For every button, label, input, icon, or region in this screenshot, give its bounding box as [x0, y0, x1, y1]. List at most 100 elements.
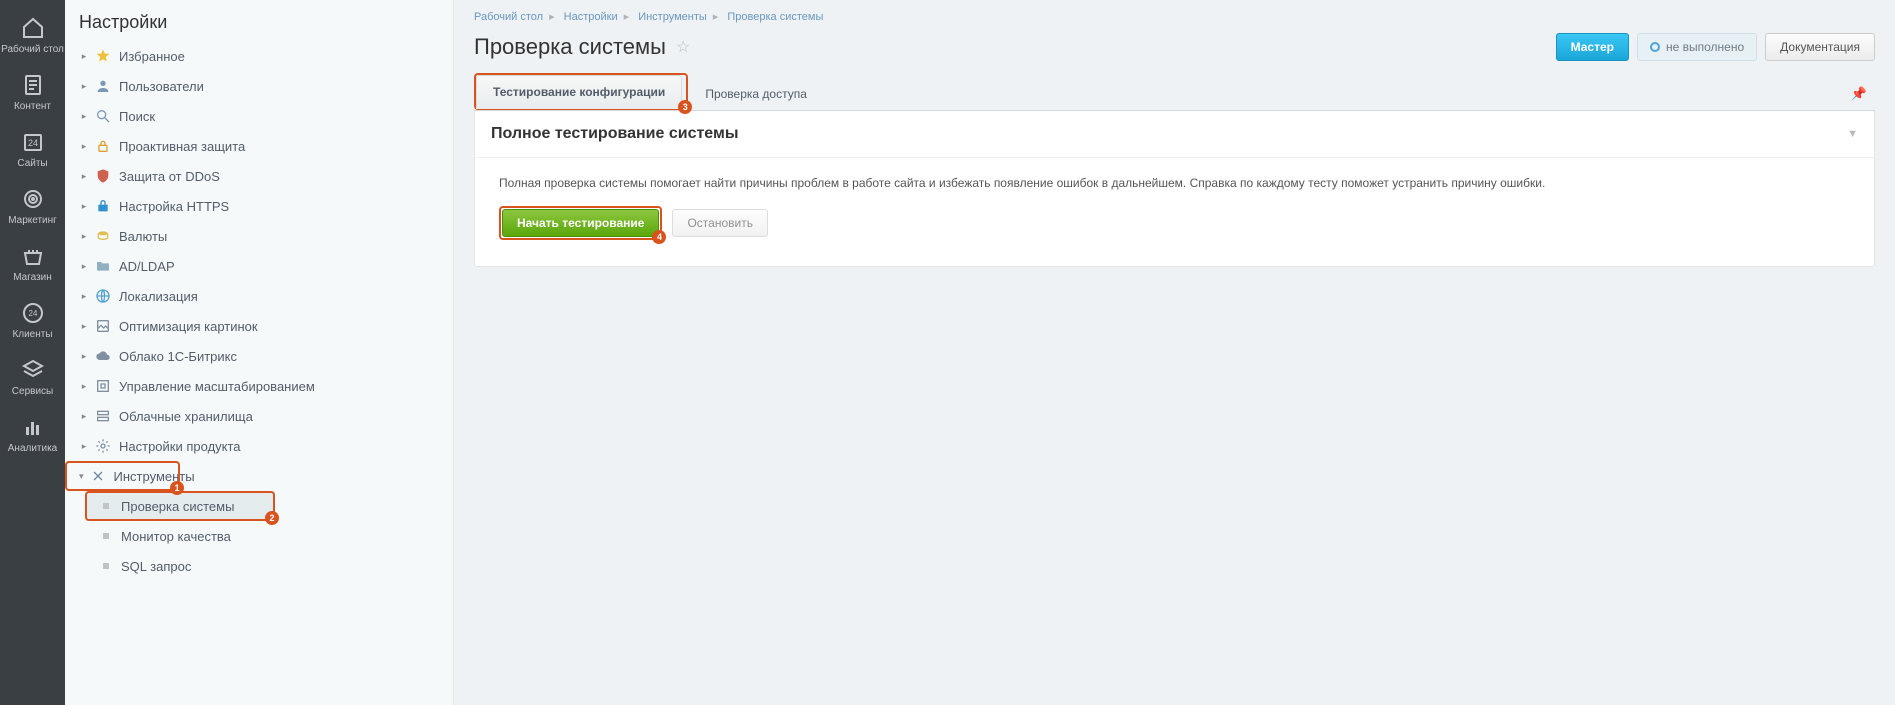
sidebar: Настройки ▸Избранное▸Пользователи▸Поиск▸… [65, 0, 454, 705]
tree-item[interactable]: ▸ Проактивная защита [65, 131, 453, 161]
chevron-down-icon[interactable]: ▾ [79, 471, 84, 481]
chevron-right-icon[interactable]: ▸ [79, 171, 89, 181]
favorite-star-icon[interactable]: ☆ [676, 37, 690, 57]
storage-icon [95, 408, 111, 424]
tree-item[interactable]: ▸ Избранное [65, 41, 453, 71]
https-icon [95, 198, 111, 214]
tree-item[interactable]: ▸ Облачные хранилища [65, 401, 453, 431]
callout-badge-1: 1 [170, 481, 184, 495]
chevron-right-icon[interactable]: ▸ [79, 261, 89, 271]
tree-item[interactable]: ▸ Поиск [65, 101, 453, 131]
bars-icon [21, 415, 45, 439]
doc-icon [21, 73, 45, 97]
chevron-right-icon[interactable]: ▸ [79, 351, 89, 361]
start-test-button[interactable]: Начать тестирование [502, 209, 659, 237]
product-icon [95, 438, 111, 454]
nav-content[interactable]: Контент [0, 63, 65, 120]
panel-desc: Полная проверка системы помогает найти п… [499, 176, 1850, 190]
coin-icon [95, 228, 111, 244]
crumb[interactable]: Проверка системы [727, 11, 823, 23]
nav-sites[interactable]: 24 Сайты [0, 120, 65, 177]
action-row: Начать тестирование 4 Остановить [499, 206, 1850, 240]
crumb[interactable]: Инструменты [638, 11, 707, 23]
tree-item[interactable]: ▸ Оптимизация картинок [65, 311, 453, 341]
chevron-right-icon[interactable]: ▸ [79, 201, 89, 211]
tree-item[interactable]: ▸AD/LDAP [65, 251, 453, 281]
tab-access-check[interactable]: Проверка доступа [688, 77, 824, 110]
documentation-button[interactable]: Документация [1765, 33, 1875, 61]
chevron-right-icon[interactable]: ▸ [79, 51, 89, 61]
bullet-icon [103, 503, 109, 509]
bullet-icon [103, 563, 109, 569]
collapse-icon[interactable]: ▼ [1847, 128, 1858, 140]
tree-item[interactable]: ▾Инструменты1 [65, 461, 180, 491]
tree-item-label: Настройки продукта [119, 439, 241, 454]
chevron-right-icon[interactable]: ▸ [79, 231, 89, 241]
chevron-right-icon[interactable]: ▸ [79, 81, 89, 91]
tree-item-label: Управление масштабированием [119, 379, 315, 394]
tree-item-label: Облачные хранилища [119, 409, 253, 424]
nav-services[interactable]: Сервисы [0, 348, 65, 405]
tree-item[interactable]: ▸Пользователи [65, 71, 453, 101]
panel-body: Полная проверка системы помогает найти п… [475, 158, 1874, 266]
tree-item[interactable]: ▸ Защита от DDoS [65, 161, 453, 191]
tree-item-label: Настройка HTTPS [119, 199, 229, 214]
chevron-right-icon[interactable]: ▸ [79, 381, 89, 391]
panel-head: Полное тестирование системы ▼ [475, 111, 1874, 158]
status-text: не выполнено [1666, 40, 1744, 54]
nav-analytics[interactable]: Аналитика [0, 405, 65, 462]
stop-test-button[interactable]: Остановить [672, 209, 768, 237]
chevron-right-icon[interactable]: ▸ [79, 141, 89, 151]
master-button[interactable]: Мастер [1556, 33, 1629, 61]
chevron-right-icon[interactable]: ▸ [79, 321, 89, 331]
target-icon [21, 187, 45, 211]
clients-icon: 24 [21, 301, 45, 325]
status-pill: не выполнено [1637, 33, 1757, 61]
page-title: Проверка системы [474, 34, 666, 60]
chevron-right-icon[interactable]: ▸ [79, 291, 89, 301]
nav-marketing[interactable]: Маркетинг [0, 177, 65, 234]
status-dot-icon [1650, 42, 1660, 52]
tree-subitem[interactable]: Монитор качества [65, 521, 453, 551]
opt-icon [95, 318, 111, 334]
tree-item[interactable]: ▸ Настройки продукта [65, 431, 453, 461]
tree-item[interactable]: ▸ Настройка HTTPS [65, 191, 453, 221]
tree-item[interactable]: ▸ Управление масштабированием [65, 371, 453, 401]
tree-item-label: Защита от DDoS [119, 169, 220, 184]
crumb[interactable]: Рабочий стол [474, 11, 543, 23]
chevron-right-icon[interactable]: ▸ [79, 111, 89, 121]
tree-item[interactable]: ▸ Валюты [65, 221, 453, 251]
tree-item[interactable]: ▸ Облако 1С-Битрикс [65, 341, 453, 371]
bullet-icon [103, 533, 109, 539]
pin-icon[interactable]: 📌 [1843, 78, 1875, 110]
tree-subitem[interactable]: Проверка системы2 [85, 491, 275, 521]
tree-item-label: Локализация [119, 289, 198, 304]
star-icon [95, 48, 111, 64]
chevron-right-icon[interactable]: ▸ [79, 411, 89, 421]
tree-item-label: Инструменты [114, 469, 195, 484]
tree-subitem[interactable]: SQL запрос [65, 551, 453, 581]
tree-item-label: Валюты [119, 229, 167, 244]
nav-shop[interactable]: Магазин [0, 234, 65, 291]
tree-item[interactable]: ▸ Локализация [65, 281, 453, 311]
nav-label: Маркетинг [8, 215, 57, 226]
tree-item-label: Поиск [119, 109, 155, 124]
chevron-right-icon[interactable]: ▸ [79, 441, 89, 451]
shield-icon [95, 168, 111, 184]
breadcrumb: Рабочий стол▸ Настройки▸ Инструменты▸ Пр… [474, 10, 1875, 23]
tree-subitem-label: Проверка системы [121, 499, 234, 514]
tree-item-label: Проактивная защита [119, 139, 245, 154]
search-icon [95, 108, 111, 124]
tree-item-label: Избранное [119, 49, 185, 64]
tree-item-label: Оптимизация картинок [119, 319, 258, 334]
nav-clients[interactable]: 24 Клиенты [0, 291, 65, 348]
tree-item-label: Облако 1С-Битрикс [119, 349, 237, 364]
nav-desktop[interactable]: Рабочий стол [0, 6, 65, 63]
crumb[interactable]: Настройки [564, 11, 618, 23]
layers-icon [21, 358, 45, 382]
crumb-sep: ▸ [624, 11, 630, 23]
tab-config-test[interactable]: Тестирование конфигурации [476, 75, 682, 109]
main-nav: Рабочий стол Контент 24 Сайты Маркетинг … [0, 0, 65, 705]
tree-subitem-label: SQL запрос [121, 559, 191, 574]
sidebar-tree: ▸Избранное▸Пользователи▸Поиск▸Проактивна… [65, 41, 453, 581]
